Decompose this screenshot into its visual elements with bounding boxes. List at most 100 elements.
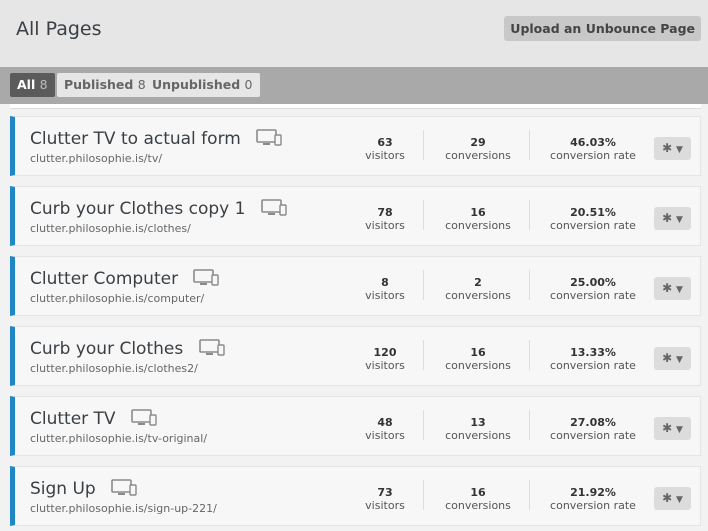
caret-down-icon: ▼ [675, 425, 683, 435]
conversion-rate-value: 13.33% [570, 346, 616, 359]
rate-stat: 27.08% conversion rate [543, 416, 643, 442]
conversions-label: conversions [445, 289, 511, 302]
tab-all[interactable]: All 8 [10, 73, 55, 97]
caret-down-icon: ▼ [675, 215, 683, 225]
stat-divider [529, 480, 530, 510]
stat-divider [423, 340, 424, 370]
page-row[interactable]: Curb your Clothes clutter.philosophie.is… [10, 326, 701, 386]
gear-icon: ✱ [662, 211, 673, 225]
page-row[interactable]: Curb your Clothes copy 1 clutter.philoso… [10, 186, 701, 246]
visitors-count: 63 [377, 136, 393, 149]
conversions-count: 16 [470, 486, 486, 499]
stat-divider [529, 200, 530, 230]
conversions-label: conversions [445, 149, 511, 162]
page-name[interactable]: Curb your Clothes [30, 339, 183, 359]
conversions-stat: 16 conversions [433, 206, 523, 232]
tab-published[interactable]: Published 8 [57, 73, 153, 97]
visitors-stat: 73 visitors [355, 486, 415, 512]
desktop-mobile-icon [261, 199, 287, 221]
gear-icon: ✱ [662, 141, 673, 155]
page-name[interactable]: Clutter Computer [30, 269, 178, 289]
page-url: clutter.philosophie.is/sign-up-221/ [30, 502, 217, 515]
filter-bar: All 8 Published 8 Unpublished 0 [0, 67, 708, 104]
tab-unpublished[interactable]: Unpublished 0 [145, 73, 260, 97]
conversions-label: conversions [445, 219, 511, 232]
page-url: clutter.philosophie.is/tv/ [30, 152, 163, 165]
stat-divider [423, 200, 424, 230]
gear-icon: ✱ [662, 351, 673, 365]
conversion-rate-value: 25.00% [570, 276, 616, 289]
visitors-label: visitors [365, 149, 405, 162]
visitors-stat: 63 visitors [355, 136, 415, 162]
visitors-label: visitors [365, 499, 405, 512]
page-row[interactable]: Clutter Computer clutter.philosophie.is/… [10, 256, 701, 316]
visitors-count: 78 [377, 206, 393, 219]
page-url: clutter.philosophie.is/clothes/ [30, 222, 191, 235]
page-row[interactable]: Clutter TV clutter.philosophie.is/tv-ori… [10, 396, 701, 456]
rate-stat: 25.00% conversion rate [543, 276, 643, 302]
page-actions-button[interactable]: ✱ ▼ [654, 277, 691, 300]
conversions-stat: 13 conversions [433, 416, 523, 442]
tab-count: 0 [244, 77, 253, 92]
caret-down-icon: ▼ [675, 495, 683, 505]
conversions-stat: 16 conversions [433, 486, 523, 512]
visitors-stat: 48 visitors [355, 416, 415, 442]
page-name[interactable]: Curb your Clothes copy 1 [30, 199, 245, 219]
conversions-count: 29 [470, 136, 486, 149]
list-divider [10, 104, 701, 109]
conversions-count: 13 [470, 416, 486, 429]
conversions-label: conversions [445, 359, 511, 372]
visitors-label: visitors [365, 219, 405, 232]
conversion-rate-value: 27.08% [570, 416, 616, 429]
desktop-mobile-icon [193, 269, 220, 291]
visitors-count: 8 [381, 276, 389, 289]
gear-icon: ✱ [662, 421, 673, 435]
upload-page-button[interactable]: Upload an Unbounce Page [504, 16, 701, 41]
desktop-mobile-icon [256, 129, 282, 151]
conversion-rate-label: conversion rate [550, 359, 636, 372]
stat-divider [529, 270, 530, 300]
visitors-count: 48 [377, 416, 393, 429]
conversion-rate-label: conversion rate [550, 219, 636, 232]
page-actions-button[interactable]: ✱ ▼ [654, 487, 691, 510]
conversions-count: 16 [470, 206, 486, 219]
page-row[interactable]: Clutter TV to actual form clutter.philos… [10, 116, 701, 176]
page-list: Clutter TV to actual form clutter.philos… [0, 104, 708, 531]
desktop-mobile-icon [111, 479, 137, 501]
caret-down-icon: ▼ [675, 285, 683, 295]
page-url: clutter.philosophie.is/clothes2/ [30, 362, 198, 375]
conversion-rate-value: 46.03% [570, 136, 616, 149]
caret-down-icon: ▼ [675, 355, 683, 365]
conversion-rate-label: conversion rate [550, 429, 636, 442]
conversions-count: 16 [470, 346, 486, 359]
page-actions-button[interactable]: ✱ ▼ [654, 137, 691, 160]
desktop-mobile-icon [131, 409, 157, 431]
tab-label: All [17, 77, 36, 92]
tab-count: 8 [39, 77, 48, 92]
rate-stat: 21.92% conversion rate [543, 486, 643, 512]
visitors-stat: 8 visitors [355, 276, 415, 302]
conversion-rate-label: conversion rate [550, 499, 636, 512]
page-actions-button[interactable]: ✱ ▼ [654, 207, 691, 230]
rate-stat: 46.03% conversion rate [543, 136, 643, 162]
visitors-stat: 78 visitors [355, 206, 415, 232]
visitors-count: 120 [373, 346, 397, 359]
conversion-rate-label: conversion rate [550, 149, 636, 162]
rate-stat: 13.33% conversion rate [543, 346, 643, 372]
stat-divider [529, 130, 530, 160]
visitors-count: 73 [377, 486, 393, 499]
page-header: All Pages Upload an Unbounce Page [0, 0, 708, 67]
conversions-label: conversions [445, 429, 511, 442]
page-actions-button[interactable]: ✱ ▼ [654, 347, 691, 370]
desktop-mobile-icon [198, 339, 225, 361]
page-name[interactable]: Clutter TV [30, 409, 116, 429]
page-actions-button[interactable]: ✱ ▼ [654, 417, 691, 440]
page-row[interactable]: Sign Up clutter.philosophie.is/sign-up-2… [10, 466, 701, 526]
gear-icon: ✱ [662, 281, 673, 295]
conversion-rate-label: conversion rate [550, 289, 636, 302]
page-url: clutter.philosophie.is/computer/ [30, 292, 205, 305]
conversion-rate-value: 20.51% [570, 206, 616, 219]
rate-stat: 20.51% conversion rate [543, 206, 643, 232]
page-name[interactable]: Sign Up [30, 479, 96, 499]
page-name[interactable]: Clutter TV to actual form [30, 129, 241, 149]
